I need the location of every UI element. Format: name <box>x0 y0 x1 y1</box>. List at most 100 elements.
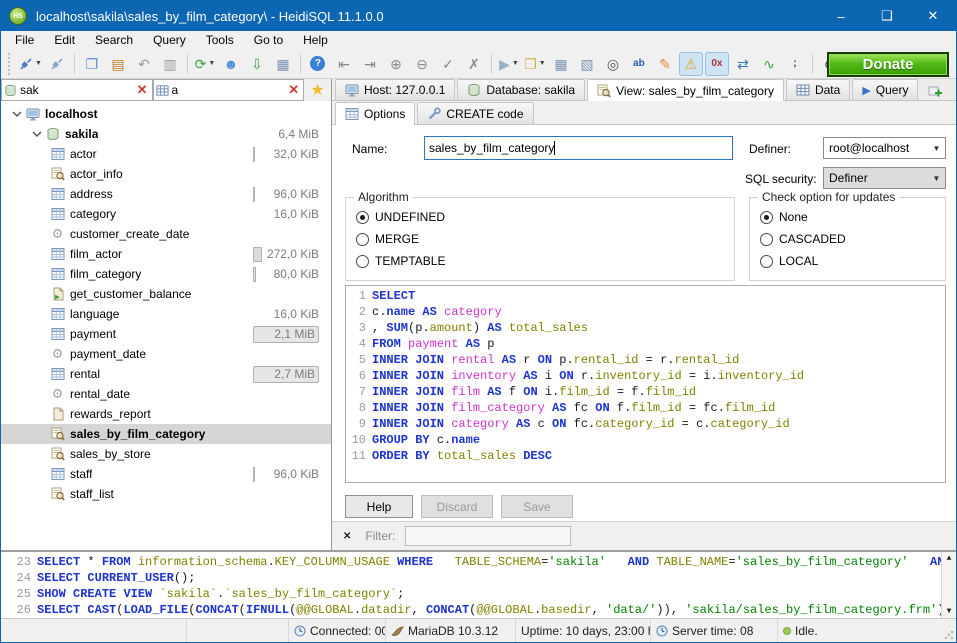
tab-database-sakila[interactable]: Database: sakila <box>457 79 585 100</box>
table-filter-input[interactable]: sak ✕ <box>1 79 153 101</box>
tree-item-staff[interactable]: staff96,0 KiB <box>1 464 331 484</box>
menu-item-query[interactable]: Query <box>143 31 196 49</box>
replace-text-icon[interactable]: ab <box>627 52 651 76</box>
delete-row-icon[interactable]: ⊖ <box>410 52 434 76</box>
clear-filter-icon[interactable]: ✕ <box>135 82 150 98</box>
help-button[interactable]: Help <box>345 495 413 518</box>
tab-host-127-0-0-1[interactable]: Host: 127.0.0.1 <box>335 79 455 100</box>
close-button[interactable]: ✕ <box>910 1 956 31</box>
reformat-sql-icon[interactable]: ✎ <box>653 52 677 76</box>
tree-item-rental[interactable]: rental2,7 MiB <box>1 364 331 384</box>
menu-item-help[interactable]: Help <box>293 31 338 49</box>
help-icon[interactable]: ? <box>306 52 330 76</box>
log-scrollbar[interactable]: ▲ ▼ <box>941 552 956 618</box>
tree-item-film-category[interactable]: film_category80,0 KiB <box>1 264 331 284</box>
radio-icon <box>760 255 773 268</box>
algorithm-radio-temptable[interactable]: TEMPTABLE <box>346 250 734 272</box>
sql-security-combobox[interactable]: Definer ▼ <box>823 167 946 189</box>
tree-item-actor[interactable]: actor32,0 KiB <box>1 144 331 164</box>
paste-icon[interactable]: ▤ <box>106 52 130 76</box>
print-icon[interactable]: ▥ <box>158 52 182 76</box>
view-name-input[interactable]: sales_by_film_category <box>424 136 733 160</box>
dropdown-arrow-icon[interactable]: ▼ <box>512 60 519 67</box>
tree-item-sakila[interactable]: sakila6,4 MiB <box>1 124 331 144</box>
tree-item-staff-list[interactable]: staff_list <box>1 484 331 504</box>
tab-query[interactable]: ▶Query <box>852 79 918 100</box>
check-option-radio-local[interactable]: LOCAL <box>750 250 945 272</box>
tree-item-sales-by-store[interactable]: sales_by_store <box>1 444 331 464</box>
undo-icon[interactable]: ↶ <box>132 52 156 76</box>
delimiter-icon[interactable]: ; <box>783 52 807 76</box>
tree-item-sales-by-film-category[interactable]: sales_by_film_category <box>1 424 331 444</box>
tree-item-get-customer-balance[interactable]: get_customer_balance <box>1 284 331 304</box>
save-sql-as-icon[interactable]: ▧ <box>575 52 599 76</box>
scroll-down-icon[interactable]: ▼ <box>947 607 952 616</box>
binary-as-hex-icon[interactable]: 0x <box>705 52 729 76</box>
close-filter-icon[interactable]: ✕ <box>343 531 351 542</box>
minimize-button[interactable]: – <box>818 1 864 31</box>
sql-source-editor[interactable]: 1SELECT2c.name AS category3, SUM(p.amoun… <box>345 285 946 483</box>
chevron-down-icon[interactable] <box>29 128 44 140</box>
tab-view-sales-by-film-category[interactable]: View: sales_by_film_category <box>587 79 784 101</box>
tree-item-address[interactable]: address96,0 KiB <box>1 184 331 204</box>
chevron-down-icon[interactable] <box>9 108 24 120</box>
refresh-icon[interactable]: ⟳▼ <box>193 52 217 76</box>
dropdown-arrow-icon[interactable]: ▼ <box>35 60 42 67</box>
tree-item-rewards-report[interactable]: rewards_report <box>1 404 331 424</box>
post-changes-icon[interactable]: ✓ <box>436 52 460 76</box>
new-query-tab-icon[interactable] <box>924 82 946 100</box>
toolbar-separator <box>300 54 301 74</box>
scroll-up-icon[interactable]: ▲ <box>947 554 952 563</box>
tree-item-payment-date[interactable]: ⚙payment_date <box>1 344 331 364</box>
session-manager-icon[interactable]: ▼ <box>18 52 43 76</box>
save-to-db-icon[interactable]: ▦ <box>271 52 295 76</box>
tree-item-film-actor[interactable]: film_actor272,0 KiB <box>1 244 331 264</box>
reconnect-icon[interactable]: ∿ <box>757 52 781 76</box>
tree-item-actor-info[interactable]: actor_info <box>1 164 331 184</box>
discard-button[interactable]: Discard <box>421 495 493 518</box>
tree-item-category[interactable]: category16,0 KiB <box>1 204 331 224</box>
open-sql-file-icon[interactable]: ❒▼ <box>523 52 547 76</box>
donate-button[interactable]: Donate <box>827 52 949 77</box>
tree-item-customer-create-date[interactable]: ⚙customer_create_date <box>1 224 331 244</box>
algorithm-radio-undefined[interactable]: UNDEFINED <box>346 206 734 228</box>
menu-item-file[interactable]: File <box>5 31 44 49</box>
menu-item-go-to[interactable]: Go to <box>244 31 293 49</box>
tab-data[interactable]: Data <box>786 79 850 100</box>
disconnect-icon[interactable] <box>45 52 69 76</box>
export-database-icon[interactable]: ⇩ <box>245 52 269 76</box>
insert-row-icon[interactable]: ⊕ <box>384 52 408 76</box>
run-query-icon[interactable]: ▶▼ <box>497 52 521 76</box>
resize-grip-icon[interactable] <box>944 630 954 640</box>
save-button[interactable]: Save <box>501 495 573 518</box>
subtab-options[interactable]: Options <box>335 102 415 125</box>
tree-item-localhost[interactable]: localhost <box>1 104 331 124</box>
user-manager-icon[interactable]: ☻ <box>219 52 243 76</box>
filter-input[interactable] <box>405 526 571 546</box>
save-sql-icon[interactable]: ▦ <box>549 52 573 76</box>
dropdown-arrow-icon[interactable]: ▼ <box>208 60 215 67</box>
clear-filter-icon[interactable]: ✕ <box>286 82 301 98</box>
first-row-icon[interactable]: ⇤ <box>332 52 356 76</box>
maximize-button[interactable]: ❑ <box>864 1 910 31</box>
tree-item-language[interactable]: language16,0 KiB <box>1 304 331 324</box>
last-row-icon[interactable]: ⇥ <box>358 52 382 76</box>
definer-combobox[interactable]: root@localhost ▼ <box>823 137 946 159</box>
menu-item-tools[interactable]: Tools <box>196 31 244 49</box>
tree-item-payment[interactable]: payment2,1 MiB <box>1 324 331 344</box>
blob-as-text-icon[interactable]: ⚠ <box>679 52 703 76</box>
menu-item-search[interactable]: Search <box>85 31 143 49</box>
subtab-create-code[interactable]: CREATE code <box>417 102 533 124</box>
tree-item-rental-date[interactable]: ⚙rental_date <box>1 384 331 404</box>
algorithm-radio-merge[interactable]: MERGE <box>346 228 734 250</box>
cancel-editing-icon[interactable]: ✗ <box>462 52 486 76</box>
favorites-filter-button[interactable]: ★ <box>304 79 331 101</box>
check-option-radio-cascaded[interactable]: CASCADED <box>750 228 945 250</box>
menu-item-edit[interactable]: Edit <box>44 31 85 49</box>
find-text-icon[interactable]: ◎ <box>601 52 625 76</box>
copy-icon[interactable]: ❐ <box>80 52 104 76</box>
bind-parameters-icon[interactable]: ⇄ <box>731 52 755 76</box>
check-option-radio-none[interactable]: None <box>750 206 945 228</box>
dropdown-arrow-icon[interactable]: ▼ <box>539 60 546 67</box>
column-filter-input[interactable]: a ✕ <box>153 79 305 101</box>
